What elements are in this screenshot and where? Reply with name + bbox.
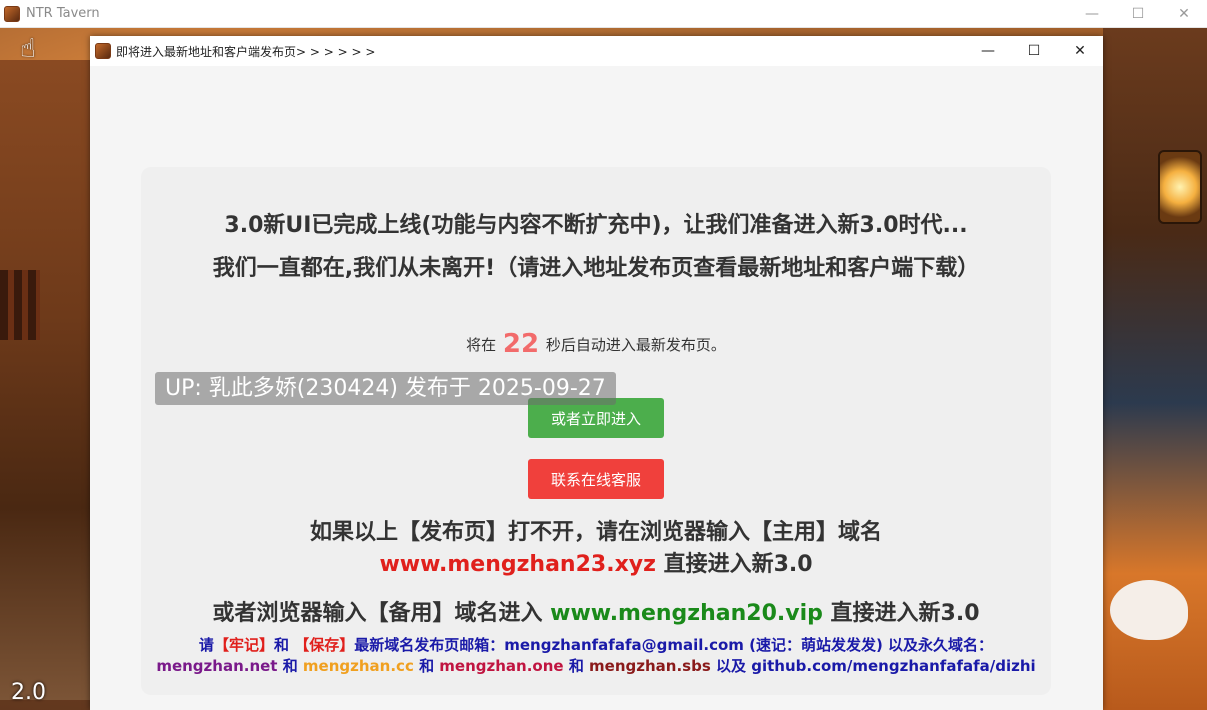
footer-domain-cc[interactable]: mengzhan.cc	[303, 657, 414, 675]
footer-save: 【保存】	[294, 636, 355, 654]
footer-and-4: 和	[563, 657, 590, 675]
pointing-hand-icon: ☝	[20, 34, 36, 64]
dialog-minimize-button[interactable]: —	[965, 36, 1011, 66]
footer-email: 最新域名发布页邮箱：mengzhanfafafa@gmail.com (速记：萌…	[354, 636, 994, 654]
bottle-shelf	[0, 270, 40, 340]
countdown-prefix: 将在	[466, 336, 497, 354]
dialog-maximize-button[interactable]: ☐	[1011, 36, 1057, 66]
version-label: 2.0	[11, 680, 46, 705]
footer-and-3: 和	[413, 657, 440, 675]
content-card: 3.0新UI已完成上线(功能与内容不断扩充中)，让我们准备进入新3.0时代...…	[141, 167, 1051, 695]
footer-and: 和	[273, 636, 289, 654]
footer-and-2: 和	[277, 657, 303, 675]
app-minimize-button[interactable]: —	[1069, 0, 1115, 28]
backup-domain-info: 或者浏览器输入【备用】域名进入 www.mengzhan20.vip 直接进入新…	[141, 595, 1051, 627]
dialog-titlebar: 即将进入最新地址和客户端发布页> > > > > > — ☐ ✕	[90, 36, 1103, 66]
footer-domain-sbs[interactable]: mengzhan.sbs	[589, 657, 711, 675]
app-logo-icon	[4, 5, 20, 22]
dialog-title: 即将进入最新地址和客户端发布页> > > > > >	[116, 44, 376, 59]
headline-launch: 3.0新UI已完成上线(功能与内容不断扩充中)，让我们准备进入新3.0时代...	[224, 213, 968, 238]
primary-domain-instruction: 如果以上【发布页】打不开，请在浏览器输入【主用】域名	[309, 520, 882, 545]
footer-and-5: 以及	[710, 657, 752, 675]
footer-remember: 【牢记】	[213, 636, 274, 654]
footer-line-1: 请【牢记】和 【保存】最新域名发布页邮箱：mengzhanfafafa@gmai…	[141, 635, 1051, 656]
countdown-number: 22	[502, 329, 540, 359]
app-titlebar: NTR Tavern — ☐ ✕	[0, 0, 1207, 28]
footer-please: 请	[198, 636, 214, 654]
backup-domain-suffix: 直接进入新3.0	[822, 601, 980, 626]
upload-info-overlay: UP: 乳此多娇(230424) 发布于 2025-09-27	[155, 372, 616, 405]
footer-notice: 请【牢记】和 【保存】最新域名发布页邮箱：mengzhanfafafa@gmai…	[141, 635, 1051, 677]
dialog-logo-icon	[95, 43, 111, 59]
countdown-text: 将在 22 秒后自动进入最新发布页。	[141, 329, 1051, 359]
app-maximize-button[interactable]: ☐	[1115, 0, 1161, 28]
tavern-wall-left	[0, 60, 90, 700]
footer-github-link[interactable]: github.com/mengzhanfafafa/dizhi	[751, 657, 1035, 675]
speech-bubble	[1110, 580, 1188, 640]
footer-line-2: mengzhan.net 和 mengzhan.cc 和 mengzhan.on…	[141, 656, 1051, 677]
countdown-suffix: 秒后自动进入最新发布页。	[545, 336, 726, 354]
contact-service-button[interactable]: 联系在线客服	[528, 459, 664, 499]
footer-domain-one[interactable]: mengzhan.one	[439, 657, 563, 675]
app-close-button[interactable]: ✕	[1161, 0, 1207, 28]
primary-domain-suffix: 直接进入新3.0	[655, 552, 813, 577]
primary-domain-link[interactable]: www.mengzhan23.xyz	[379, 552, 655, 577]
primary-domain-info: 如果以上【发布页】打不开，请在浏览器输入【主用】域名 www.mengzhan2…	[141, 517, 1051, 581]
footer-domain-net[interactable]: mengzhan.net	[156, 657, 277, 675]
backup-domain-prefix: 或者浏览器输入【备用】域名进入	[212, 601, 551, 626]
primary-domain-line: www.mengzhan23.xyz 直接进入新3.0	[141, 549, 1051, 581]
app-title: NTR Tavern	[26, 6, 100, 21]
lantern-icon	[1158, 150, 1202, 224]
backup-domain-link[interactable]: www.mengzhan20.vip	[550, 601, 823, 626]
dialog-close-button[interactable]: ✕	[1057, 36, 1103, 66]
headline-always-here: 我们一直都在,我们从未离开!（请进入地址发布页查看最新地址和客户端下载）	[212, 256, 980, 281]
